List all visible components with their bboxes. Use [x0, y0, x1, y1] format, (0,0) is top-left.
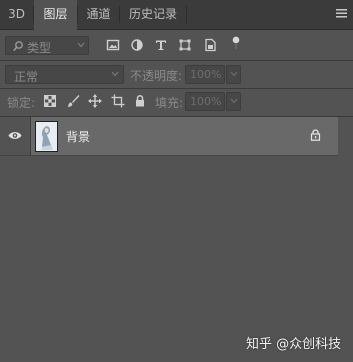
- lock-image-icon[interactable]: [66, 94, 80, 108]
- watermark: 知乎 @众创科技: [246, 337, 342, 352]
- panel-tab-bar: 3D 图层 通道 历史记录: [0, 0, 353, 30]
- lock-all-icon[interactable]: [133, 94, 147, 108]
- layer-lock-icon: [310, 129, 321, 141]
- divider: [0, 88, 353, 89]
- tab-history[interactable]: 历史记录: [120, 0, 186, 29]
- adjustment-filter-icon[interactable]: [130, 38, 144, 52]
- opacity-input[interactable]: 100%: [185, 65, 225, 84]
- lock-label: 锁定:: [7, 96, 36, 110]
- shape-filter-icon[interactable]: [178, 38, 192, 52]
- layer-thumbnail: [35, 121, 58, 152]
- visibility-toggle[interactable]: [0, 117, 31, 155]
- opacity-value: 100%: [190, 68, 222, 81]
- chevron-down-icon: [77, 42, 85, 48]
- type-filter-icon[interactable]: [154, 38, 168, 52]
- tab-channels[interactable]: 通道: [78, 0, 119, 29]
- layer-thumbnail-image: [36, 122, 57, 151]
- opacity-slider-button[interactable]: [226, 65, 241, 84]
- tab-divider: [186, 6, 187, 23]
- blend-mode-value: 正常: [14, 70, 39, 84]
- chevron-down-icon: [111, 71, 119, 77]
- chevron-down-icon: [230, 71, 238, 77]
- lock-artboard-icon[interactable]: [111, 94, 125, 108]
- divider: [0, 60, 353, 61]
- tab-3d[interactable]: 3D: [0, 0, 33, 29]
- tab-layers[interactable]: 图层: [34, 0, 77, 30]
- fill-slider-button[interactable]: [226, 92, 241, 111]
- layer-row-background[interactable]: 背景: [0, 117, 338, 156]
- panel-menu-icon[interactable]: [336, 8, 347, 19]
- chevron-down-icon: [230, 98, 238, 104]
- layers-scrollbar[interactable]: [338, 117, 353, 362]
- search-icon: [13, 41, 23, 52]
- blend-mode-select[interactable]: 正常: [5, 65, 124, 84]
- filter-toggle-icon[interactable]: [229, 36, 243, 50]
- layer-filter-select[interactable]: 类型: [5, 36, 89, 55]
- opacity-label: 不透明度:: [130, 69, 183, 83]
- fill-label: 填充:: [155, 96, 184, 110]
- fill-value: 100%: [190, 95, 222, 108]
- layer-name[interactable]: 背景: [66, 128, 90, 145]
- lock-position-icon[interactable]: [88, 94, 102, 108]
- smart-object-filter-icon[interactable]: [203, 38, 217, 52]
- image-filter-icon[interactable]: [106, 38, 120, 52]
- fill-input[interactable]: 100%: [185, 92, 225, 111]
- eye-icon: [8, 132, 22, 139]
- lock-transparent-icon[interactable]: [43, 94, 57, 108]
- filter-kind-label: 类型: [27, 41, 52, 55]
